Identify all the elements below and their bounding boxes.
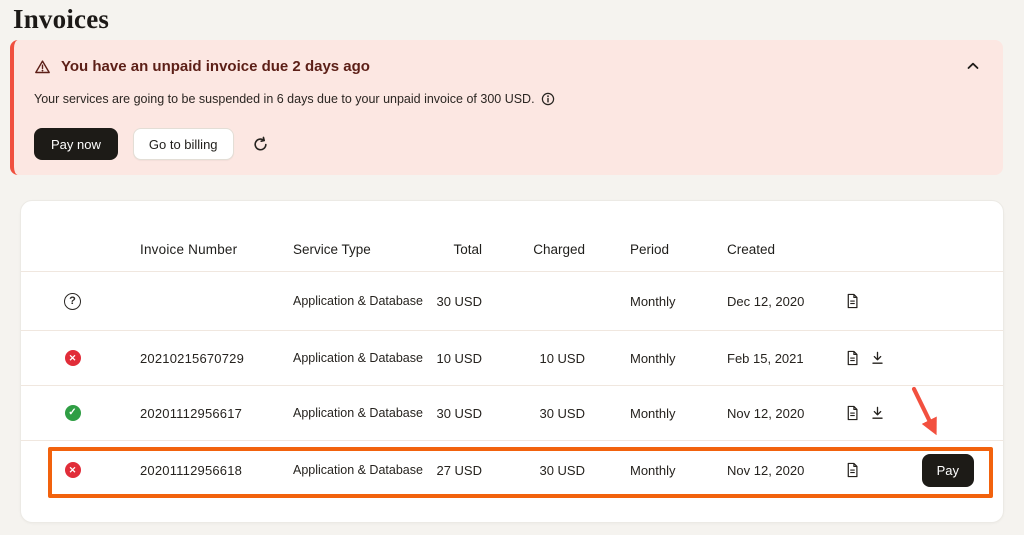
download-icon[interactable] <box>870 405 885 421</box>
service-type-cell: Application & Database <box>277 294 434 308</box>
header-invoice-number: Invoice Number <box>124 242 277 257</box>
status-paid-icon: ✓ <box>65 405 81 421</box>
alert-message-text: Your services are going to be suspended … <box>34 91 535 107</box>
charged-cell: 30 USD <box>482 463 585 478</box>
alert-title: You have an unpaid invoice due 2 days ag… <box>61 58 370 75</box>
table-row-unpaid: ✕ 20201112956618 Application & Database … <box>21 441 1003 499</box>
created-cell: Nov 12, 2020 <box>705 463 820 478</box>
alert-header: You have an unpaid invoice due 2 days ag… <box>14 40 1003 75</box>
header-period: Period <box>585 242 705 257</box>
total-cell: 30 USD <box>434 294 482 309</box>
status-failed-icon: ✕ <box>65 462 81 478</box>
charged-cell: 30 USD <box>482 406 585 421</box>
invoice-number-cell: 20210215670729 <box>124 351 277 366</box>
table-row: ✓ 20201112956617 Application & Database … <box>21 386 1003 441</box>
period-cell: Monthly <box>585 294 705 309</box>
total-cell: 27 USD <box>434 463 482 478</box>
table-header-row: Invoice Number Service Type Total Charge… <box>21 201 1003 272</box>
pay-invoice-button[interactable]: Pay <box>922 454 974 487</box>
refresh-icon <box>251 135 270 154</box>
invoice-file-icon[interactable] <box>845 293 860 309</box>
service-type-cell: Application & Database <box>277 463 434 477</box>
charged-cell: 10 USD <box>482 351 585 366</box>
total-cell: 30 USD <box>434 406 482 421</box>
created-cell: Nov 12, 2020 <box>705 406 820 421</box>
service-type-cell: Application & Database <box>277 351 434 365</box>
refresh-button[interactable] <box>249 132 273 156</box>
table-row: ✕ 20210215670729 Application & Database … <box>21 331 1003 386</box>
alert-actions: Pay now Go to billing <box>14 128 1003 160</box>
go-to-billing-button[interactable]: Go to billing <box>133 128 234 160</box>
invoice-file-icon[interactable] <box>845 405 860 421</box>
unpaid-invoice-alert: You have an unpaid invoice due 2 days ag… <box>10 40 1003 175</box>
total-cell: 10 USD <box>434 351 482 366</box>
status-failed-icon: ✕ <box>65 350 81 366</box>
service-type-cell: Application & Database <box>277 406 434 420</box>
warning-triangle-icon <box>34 59 51 75</box>
page-title: Invoices <box>13 4 109 35</box>
invoice-number-cell: 20201112956618 <box>124 463 277 478</box>
header-service-type: Service Type <box>277 242 434 257</box>
chevron-up-icon <box>967 62 979 70</box>
status-unknown-icon[interactable]: ? <box>64 293 81 310</box>
period-cell: Monthly <box>585 406 705 421</box>
invoices-card: Invoice Number Service Type Total Charge… <box>20 200 1004 523</box>
created-cell: Feb 15, 2021 <box>705 351 820 366</box>
download-icon[interactable] <box>870 350 885 366</box>
info-circle-icon[interactable] <box>541 92 555 106</box>
header-charged: Charged <box>482 242 585 257</box>
header-created: Created <box>705 242 820 257</box>
alert-message: Your services are going to be suspended … <box>14 91 1003 107</box>
period-cell: Monthly <box>585 351 705 366</box>
invoice-file-icon[interactable] <box>845 350 860 366</box>
invoice-file-icon[interactable] <box>845 462 860 478</box>
collapse-alert-button[interactable] <box>963 56 983 76</box>
created-cell: Dec 12, 2020 <box>705 294 820 309</box>
invoice-number-cell: 20201112956617 <box>124 406 277 421</box>
table-row: ? Application & Database 30 USD Monthly … <box>21 272 1003 331</box>
period-cell: Monthly <box>585 463 705 478</box>
header-total: Total <box>434 242 482 257</box>
pay-now-button[interactable]: Pay now <box>34 128 118 160</box>
